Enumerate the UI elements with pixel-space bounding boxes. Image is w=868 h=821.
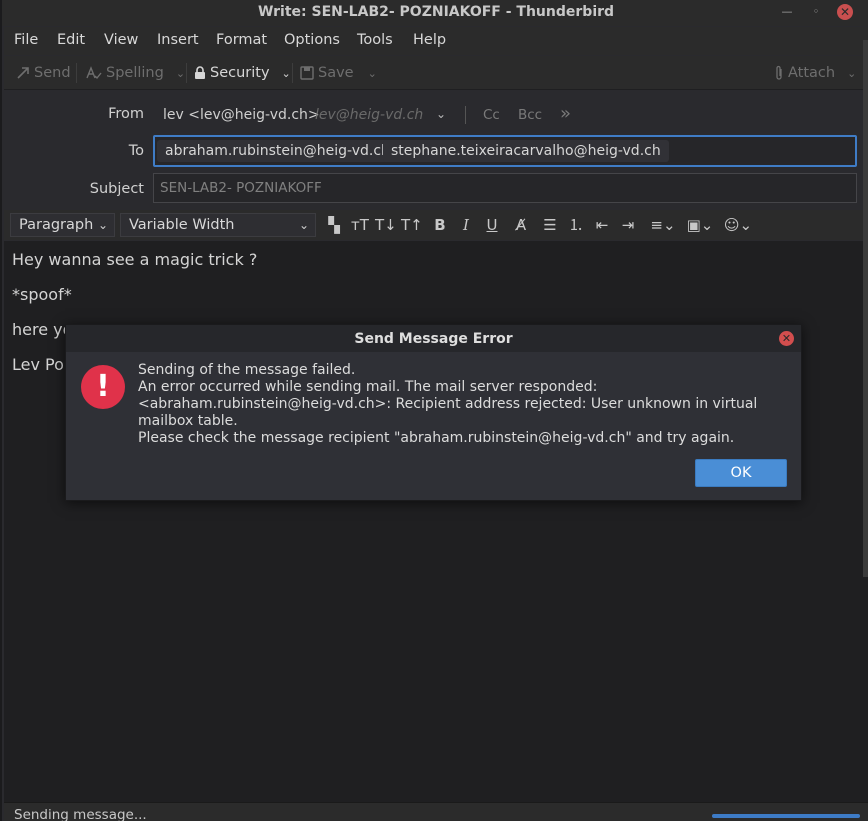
paperclip-icon — [776, 65, 782, 80]
security-label: Security — [210, 65, 270, 81]
dialog-titlebar: Send Message Error ✕ — [66, 325, 801, 352]
dialog-close-icon[interactable]: ✕ — [779, 331, 794, 346]
send-label: Send — [34, 65, 71, 81]
minimize-icon[interactable]: — — [780, 5, 794, 19]
subject-field[interactable]: SEN-LAB2- POZNIAKOFF — [153, 173, 857, 203]
restore-icon[interactable]: ◦ — [809, 5, 823, 19]
chevron-down-icon: ⌄ — [97, 218, 108, 232]
progress-bar — [712, 814, 860, 818]
more-recipients-icon[interactable]: » — [560, 103, 571, 124]
save-label: Save — [318, 65, 354, 81]
save-button[interactable]: Save ⌄ — [300, 65, 377, 81]
menu-file[interactable]: File — [14, 32, 38, 48]
from-label: From — [108, 106, 144, 122]
menubar: File Edit View Insert Format Options Too… — [4, 27, 868, 55]
to-label: To — [128, 143, 144, 159]
subject-value: SEN-LAB2- POZNIAKOFF — [160, 180, 322, 196]
font-style-icon[interactable]: T↑ — [401, 215, 423, 235]
save-chevron-icon[interactable]: ⌄ — [368, 67, 377, 80]
spelling-icon — [86, 66, 102, 80]
body-line: Lev Po — [12, 355, 64, 374]
dialog-message-line: <abraham.rubinstein@heig-vd.ch>: Recipie… — [138, 396, 762, 429]
compose-window: Write: SEN-LAB2- POZNIAKOFF - Thunderbir… — [0, 0, 868, 821]
toolbar-divider — [76, 63, 77, 83]
toolbar-divider — [186, 63, 187, 83]
insert-image-icon[interactable]: ▣⌄ — [684, 215, 716, 235]
menu-options[interactable]: Options — [284, 32, 340, 48]
font-value: Variable Width — [129, 217, 235, 233]
emoji-icon[interactable]: ☺⌄ — [722, 215, 754, 235]
paragraph-format-select[interactable]: Paragraph ⌄ — [10, 213, 115, 237]
font-size-larger-icon[interactable]: ᴛT — [350, 215, 370, 235]
security-chevron-icon[interactable]: ⌄ — [282, 67, 291, 80]
window-title: Write: SEN-LAB2- POZNIAKOFF - Thunderbir… — [257, 4, 615, 20]
header-divider — [465, 106, 466, 124]
ok-button[interactable]: OK — [695, 459, 787, 487]
menu-edit[interactable]: Edit — [57, 32, 85, 48]
subject-label: Subject — [89, 181, 144, 197]
spelling-chevron-icon[interactable]: ⌄ — [176, 67, 185, 80]
menu-format[interactable]: Format — [216, 32, 267, 48]
text-color-icon[interactable]: ▚ — [324, 215, 344, 235]
menu-insert[interactable]: Insert — [157, 32, 199, 48]
body-line: Hey wanna see a magic trick ? — [12, 250, 258, 269]
dialog-title: Send Message Error — [354, 331, 513, 347]
font-select[interactable]: Variable Width ⌄ — [120, 213, 316, 237]
send-icon — [17, 67, 29, 79]
toolbar: Send Spelling ⌄ Security ⌄ Save ⌄ Attach… — [4, 56, 868, 90]
align-icon[interactable]: ≡⌄ — [648, 215, 678, 235]
titlebar: Write: SEN-LAB2- POZNIAKOFF - Thunderbir… — [2, 0, 868, 26]
dialog-message-line: Please check the message recipient "abra… — [138, 430, 735, 446]
security-button[interactable]: Security ⌄ — [194, 65, 291, 81]
spelling-label: Spelling — [106, 65, 164, 81]
bold-icon[interactable]: B — [430, 215, 450, 235]
cc-button[interactable]: Cc — [483, 107, 500, 123]
attach-button[interactable]: Attach ⌄ — [774, 65, 856, 81]
font-size-smaller-icon[interactable]: T↓ — [375, 215, 397, 235]
outdent-icon[interactable]: ⇤ — [592, 215, 612, 235]
send-button[interactable]: Send — [16, 65, 71, 81]
recipient-pill[interactable]: stephane.teixeiracarvalho@heig-vd.ch — [383, 140, 669, 162]
bcc-button[interactable]: Bcc — [518, 107, 542, 123]
format-toolbar: Paragraph ⌄ Variable Width ⌄ ▚ ᴛT T↓ T↑ … — [4, 210, 868, 240]
spelling-button[interactable]: Spelling ⌄ — [86, 65, 185, 81]
to-field[interactable]: abraham.rubinstein@heig-vd.ch stephane.t… — [153, 135, 857, 167]
window-close-icon[interactable]: ✕ — [837, 4, 853, 20]
attach-label: Attach — [788, 65, 836, 81]
body-line: *spoof* — [12, 285, 72, 304]
progress-fill — [712, 814, 860, 818]
right-edge-panel — [863, 40, 868, 577]
remove-formatting-icon[interactable]: A̸ — [511, 215, 531, 235]
italic-icon[interactable]: I — [456, 215, 476, 235]
dialog-message: Sending of the message failed. An error … — [138, 362, 788, 447]
bullet-list-icon[interactable]: ☰ — [540, 215, 560, 235]
toolbar-divider — [292, 63, 293, 83]
menu-help[interactable]: Help — [413, 32, 446, 48]
dialog-message-line: Sending of the message failed. — [138, 362, 356, 378]
paragraph-format-value: Paragraph — [19, 217, 94, 233]
attach-chevron-icon[interactable]: ⌄ — [847, 67, 856, 80]
dialog-message-line: An error occurred while sending mail. Th… — [138, 379, 598, 395]
chevron-down-icon: ⌄ — [298, 218, 309, 232]
message-headers: From lev <lev@heig-vd.ch> lev@heig-vd.ch… — [4, 91, 868, 209]
error-icon: ! — [81, 365, 125, 409]
send-error-dialog: Send Message Error ✕ ! Sending of the me… — [65, 324, 802, 501]
from-chevron-icon[interactable]: ⌄ — [436, 107, 446, 121]
from-address-hint: lev@heig-vd.ch — [315, 107, 424, 123]
status-bar: Sending message... — [4, 802, 868, 821]
menu-view[interactable]: View — [104, 32, 138, 48]
from-select[interactable]: lev <lev@heig-vd.ch> — [163, 107, 320, 123]
status-text: Sending message... — [14, 807, 147, 821]
recipient-pill[interactable]: abraham.rubinstein@heig-vd.ch — [157, 140, 398, 162]
indent-icon[interactable]: ⇥ — [618, 215, 638, 235]
numbered-list-icon[interactable]: ⒈ — [566, 215, 586, 235]
lock-icon — [195, 66, 205, 79]
save-icon — [300, 66, 314, 80]
menu-tools[interactable]: Tools — [357, 32, 393, 48]
underline-icon[interactable]: U — [482, 215, 502, 235]
